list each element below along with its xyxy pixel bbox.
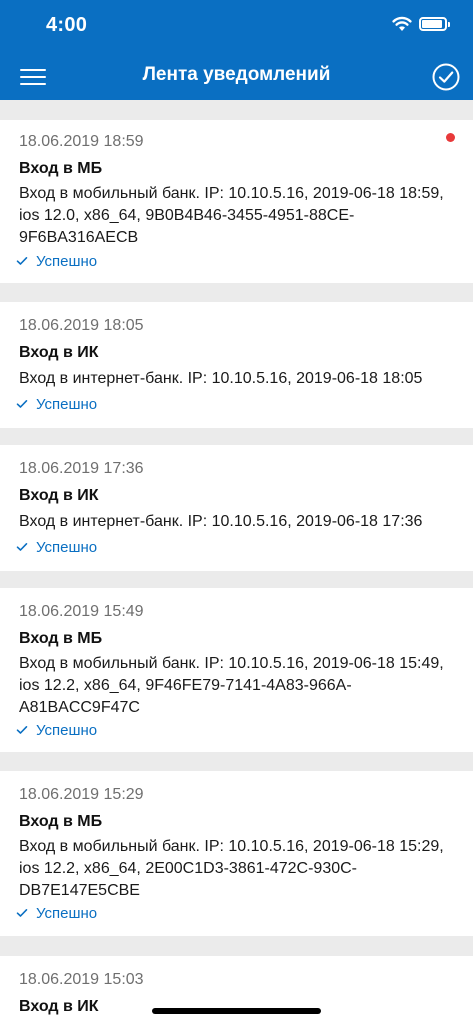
notification-card[interactable]: 18.06.2019 15:29 Вход в МБ Вход в мобиль… — [0, 771, 473, 936]
notification-text: Вход в интернет-банк. IP: 10.10.5.16, 20… — [19, 370, 423, 387]
check-icon — [16, 726, 28, 734]
notification-date: 18.06.2019 17:36 — [19, 460, 144, 477]
wifi-icon — [392, 16, 412, 31]
notification-card[interactable]: 18.06.2019 18:05 Вход в ИК Вход в интерн… — [0, 302, 473, 428]
notification-title: Вход в ИК — [19, 998, 99, 1015]
notification-title: Вход в ИК — [19, 344, 99, 361]
notification-date: 18.06.2019 15:03 — [19, 971, 144, 988]
notification-title: Вход в МБ — [19, 813, 103, 830]
notification-text: Вход в мобильный банк. IP: 10.10.5.16, 2… — [19, 838, 444, 899]
notification-date: 18.06.2019 15:29 — [19, 786, 144, 803]
page-title: Лента уведомлений — [142, 64, 331, 85]
nav-bar: Лента уведомлений — [0, 50, 473, 100]
check-icon — [16, 400, 28, 408]
home-indicator[interactable] — [152, 1008, 321, 1014]
status-time: 4:00 — [46, 14, 88, 36]
check-icon — [16, 543, 28, 551]
notification-title: Вход в МБ — [19, 160, 103, 177]
notification-status: Успешно — [16, 396, 97, 413]
notification-status: Успешно — [16, 722, 97, 739]
check-circle-icon — [432, 63, 460, 91]
status-bar: 4:00 — [0, 0, 473, 50]
battery-icon — [419, 17, 450, 31]
unread-indicator — [446, 133, 455, 142]
menu-button[interactable] — [20, 66, 46, 86]
notification-card[interactable]: 18.06.2019 17:36 Вход в ИК Вход в интерн… — [0, 445, 473, 571]
notification-date: 18.06.2019 18:05 — [19, 317, 144, 334]
notification-status: Успешно — [16, 539, 97, 556]
app-header: 4:00 Лента уведомлений — [0, 0, 473, 100]
notification-text: Вход в интернет-банк. IP: 10.10.5.16, 20… — [19, 513, 423, 530]
notification-card[interactable]: 18.06.2019 18:59 Вход в МБ Вход в мобиль… — [0, 120, 473, 283]
notification-card[interactable]: 18.06.2019 15:49 Вход в МБ Вход в мобиль… — [0, 588, 473, 752]
notification-status: Успешно — [16, 905, 97, 922]
notification-date: 18.06.2019 15:49 — [19, 603, 144, 620]
notification-title: Вход в ИК — [19, 487, 99, 504]
mark-all-read-button[interactable] — [432, 63, 460, 91]
notification-text: Вход в мобильный банк. IP: 10.10.5.16, 2… — [19, 185, 444, 246]
notification-date: 18.06.2019 18:59 — [19, 133, 144, 150]
notification-title: Вход в МБ — [19, 630, 103, 647]
hamburger-icon — [20, 69, 46, 71]
notification-text: Вход в мобильный банк. IP: 10.10.5.16, 2… — [19, 655, 444, 716]
check-icon — [16, 909, 28, 917]
check-icon — [16, 257, 28, 265]
notification-status: Успешно — [16, 253, 97, 270]
